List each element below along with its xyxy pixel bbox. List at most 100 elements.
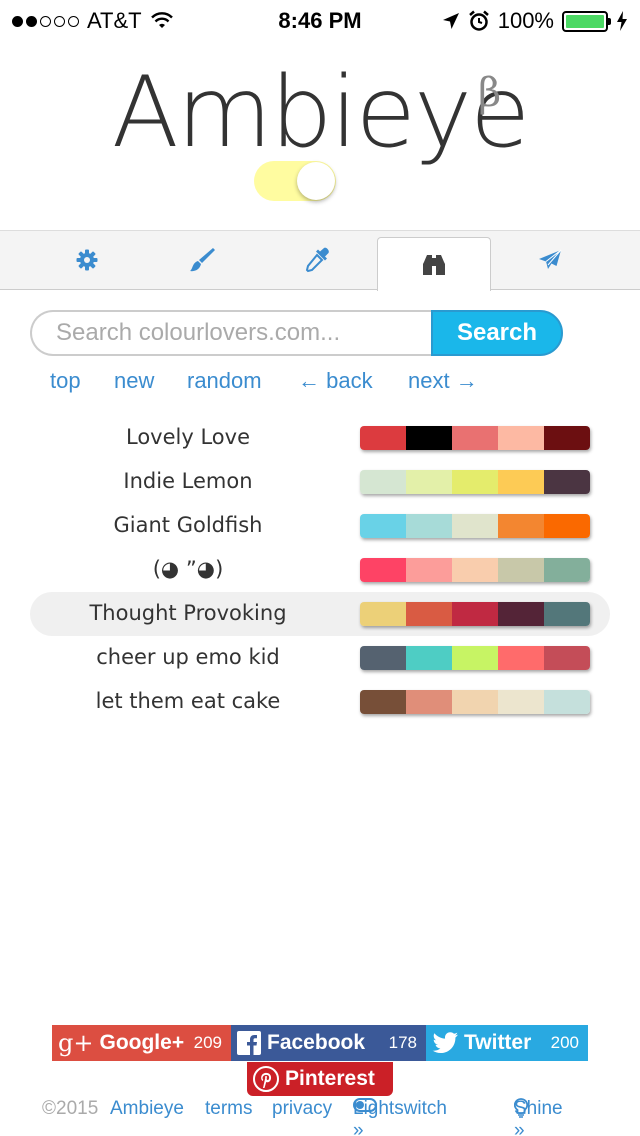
footer-ambieye-link[interactable]: Ambieye — [110, 1098, 184, 1120]
facebook-button[interactable]: Facebook 178 — [231, 1025, 426, 1061]
send-icon — [539, 249, 562, 269]
nav-top-link[interactable]: top — [50, 368, 81, 394]
palette-swatches — [360, 426, 590, 450]
nav-next-link[interactable]: next → — [408, 368, 478, 394]
palette-row-selected[interactable]: Thought Provoking — [30, 592, 610, 636]
color-swatch — [360, 690, 406, 714]
color-swatch — [406, 514, 452, 538]
facebook-icon — [237, 1031, 261, 1055]
palette-row[interactable]: cheer up emo kid — [30, 636, 610, 680]
tab-explore[interactable] — [377, 237, 491, 291]
footer-lightswitch-link[interactable]: Lightswitch » — [353, 1098, 447, 1136]
color-swatch — [406, 690, 452, 714]
pinterest-button[interactable]: Pinterest — [247, 1062, 393, 1096]
palette-name: (◕ ”◕) — [152, 557, 224, 581]
color-swatch — [544, 514, 590, 538]
color-swatch — [452, 514, 498, 538]
color-swatch — [406, 602, 452, 626]
status-right: 100% — [442, 8, 628, 34]
color-swatch — [360, 426, 406, 450]
color-swatch — [406, 646, 452, 670]
footer: ©2015 Ambieye terms privacy Lightswitch … — [0, 1098, 640, 1136]
palette-swatches — [360, 558, 590, 582]
nav-random-link[interactable]: random — [187, 368, 262, 394]
location-arrow-icon — [442, 13, 459, 29]
app-title: Ambieye — [111, 56, 531, 170]
color-swatch — [544, 646, 590, 670]
footer-terms-link[interactable]: terms — [205, 1098, 253, 1120]
color-swatch — [452, 558, 498, 582]
color-swatch — [498, 690, 544, 714]
palette-name: Indie Lemon — [123, 469, 253, 493]
lightswitch-label: Lightswitch » — [353, 1098, 447, 1136]
palette-name: cheer up emo kid — [96, 645, 280, 669]
copyright: ©2015 — [42, 1098, 99, 1119]
color-swatch — [498, 470, 544, 494]
palette-swatches — [360, 514, 590, 538]
color-swatch — [360, 646, 406, 670]
beta-badge: β — [478, 70, 502, 116]
palette-swatches — [360, 470, 590, 494]
palette-row[interactable]: let them eat cake — [30, 680, 610, 724]
color-swatch — [498, 426, 544, 450]
tab-settings[interactable] — [30, 231, 144, 289]
nav-new-link[interactable]: new — [114, 368, 154, 394]
charging-bolt-icon — [617, 11, 627, 31]
color-swatch — [406, 470, 452, 494]
twitter-bird-icon — [432, 1032, 458, 1054]
color-swatch — [452, 470, 498, 494]
toggle-knob — [297, 162, 335, 200]
social-share-bar: g+ Google+ 209 Facebook 178 Twitter 200 — [52, 1025, 588, 1061]
app-logo: Ambieye — [0, 56, 640, 170]
tab-brush[interactable] — [145, 231, 259, 289]
color-swatch — [360, 602, 406, 626]
tab-share[interactable] — [493, 231, 607, 289]
color-swatch — [452, 426, 498, 450]
color-swatch — [406, 426, 452, 450]
footer-shine-link[interactable]: Shine » — [514, 1098, 563, 1136]
palette-row[interactable]: (◕ ”◕) — [30, 548, 610, 592]
color-swatch — [452, 602, 498, 626]
facebook-label: Facebook — [267, 1031, 366, 1054]
color-swatch — [452, 646, 498, 670]
color-swatch — [544, 558, 590, 582]
palette-name: Giant Goldfish — [113, 513, 263, 537]
google-plus-button[interactable]: g+ Google+ 209 — [52, 1025, 231, 1061]
palette-swatches — [360, 690, 590, 714]
battery-percent: 100% — [497, 8, 554, 33]
palette-row[interactable]: Lovely Love — [30, 416, 610, 460]
color-swatch — [498, 646, 544, 670]
color-swatch — [452, 690, 498, 714]
google-plus-count: 209 — [193, 1033, 222, 1052]
palette-row[interactable]: Giant Goldfish — [30, 504, 610, 548]
color-swatch — [360, 514, 406, 538]
battery-icon — [562, 10, 611, 32]
palette-row[interactable]: Indie Lemon — [30, 460, 610, 504]
color-swatch — [360, 470, 406, 494]
search-input[interactable] — [30, 310, 440, 356]
pinterest-label: Pinterest — [285, 1067, 375, 1090]
color-swatch — [544, 690, 590, 714]
palette-name: Thought Provoking — [89, 601, 287, 625]
twitter-label: Twitter — [464, 1031, 532, 1054]
google-plus-icon: g+ — [58, 1029, 94, 1057]
color-swatch — [544, 602, 590, 626]
color-swatch — [544, 470, 590, 494]
palette-name: Lovely Love — [126, 425, 250, 449]
tab-eyedropper[interactable] — [261, 231, 375, 289]
nav-back-link[interactable]: ← back — [298, 368, 373, 394]
palette-nav: top new random ← back next → — [0, 368, 640, 398]
palette-swatches — [360, 646, 590, 670]
status-bar: AT&T 8:46 PM 100% — [0, 0, 640, 40]
search-button[interactable]: Search — [431, 310, 563, 356]
twitter-count: 200 — [550, 1033, 579, 1052]
color-swatch — [360, 558, 406, 582]
footer-privacy-link[interactable]: privacy — [272, 1098, 332, 1120]
brush-icon — [190, 248, 215, 272]
palette-list: Lovely Love Indie Lemon Giant Goldfish (… — [30, 416, 610, 724]
pinterest-icon — [253, 1066, 279, 1092]
twitter-button[interactable]: Twitter 200 — [426, 1025, 588, 1061]
ambient-toggle[interactable] — [254, 161, 336, 201]
palette-name: let them eat cake — [95, 689, 281, 713]
alarm-clock-icon — [468, 10, 489, 31]
